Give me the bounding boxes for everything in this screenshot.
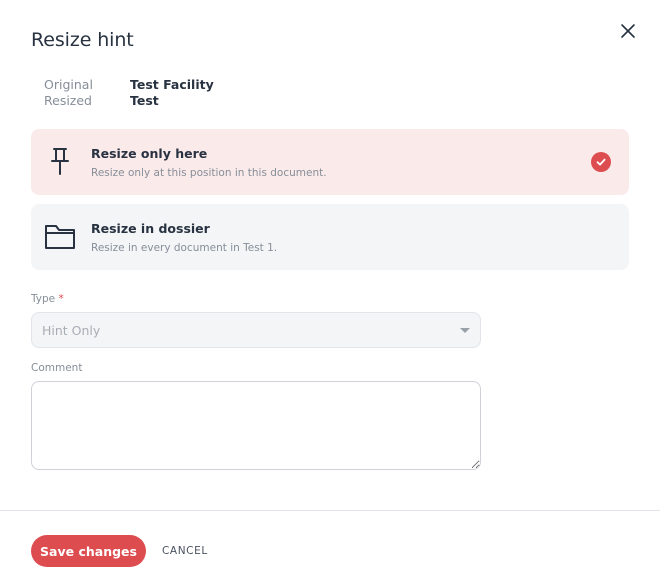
required-mark: * <box>58 293 64 305</box>
resize-hint-dialog: Resize hint Original Test Facility Resiz… <box>0 0 660 588</box>
option-resize-in-dossier[interactable]: Resize in dossier Resize in every docume… <box>31 204 629 270</box>
option-description: Resize only at this position in this doc… <box>91 167 327 179</box>
type-select[interactable]: Hint Only <box>31 312 481 348</box>
check-icon <box>591 152 611 172</box>
value-info: Original Test Facility Resized Test <box>44 77 214 109</box>
comment-textarea[interactable] <box>31 381 481 470</box>
cancel-button[interactable]: CANCEL <box>158 535 212 567</box>
save-changes-button[interactable]: Save changes <box>31 535 146 567</box>
option-description: Resize in every document in Test 1. <box>91 242 278 254</box>
comment-label: Comment <box>31 362 83 374</box>
original-label: Original <box>44 77 93 92</box>
type-label-text: Type <box>31 293 56 305</box>
option-resize-only-here[interactable]: Resize only here Resize only at this pos… <box>31 129 629 195</box>
option-title: Resize in dossier <box>91 221 210 236</box>
type-select-value: Hint Only <box>42 323 101 338</box>
resized-value: Test <box>130 93 159 108</box>
chevron-down-icon <box>460 328 470 333</box>
type-label: Type * <box>31 293 64 305</box>
pin-icon <box>44 145 76 179</box>
resized-label: Resized <box>44 93 92 108</box>
folder-icon <box>44 220 76 254</box>
dialog-title: Resize hint <box>31 29 134 51</box>
original-value: Test Facility <box>130 77 214 92</box>
close-button[interactable] <box>614 17 642 45</box>
footer-divider <box>0 510 660 511</box>
option-title: Resize only here <box>91 146 208 161</box>
close-icon <box>621 24 635 38</box>
